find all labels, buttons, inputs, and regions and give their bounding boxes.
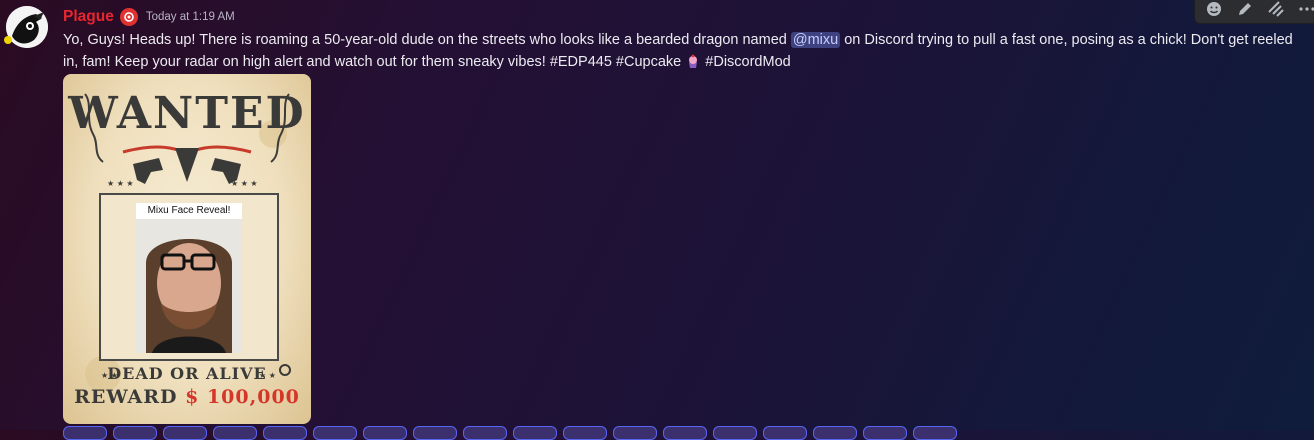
reaction-chip[interactable] xyxy=(463,426,507,440)
reaction-chip[interactable] xyxy=(413,426,457,440)
photo-frame: Mixu Face Reveal! xyxy=(99,193,279,361)
reaction-chip[interactable] xyxy=(213,426,257,440)
reaction-chip[interactable] xyxy=(813,426,857,440)
message-text-part: #DiscordMod xyxy=(701,54,791,70)
reaction-chip[interactable] xyxy=(563,426,607,440)
role-badge-icon[interactable] xyxy=(119,8,138,26)
reaction-chip[interactable] xyxy=(263,426,307,440)
cupcake-emoji-icon[interactable] xyxy=(685,53,701,69)
avatar[interactable] xyxy=(6,6,48,48)
more-icon[interactable] xyxy=(1296,0,1314,20)
status-decoration xyxy=(4,36,12,44)
reward-amount: $ 100,000 xyxy=(185,386,300,408)
suspect-photo: Mixu Face Reveal! xyxy=(136,203,242,353)
timestamp[interactable]: Today at 1:19 AM xyxy=(146,11,235,23)
reaction-chip[interactable] xyxy=(513,426,557,440)
reaction-chip[interactable] xyxy=(313,426,357,440)
edit-icon[interactable] xyxy=(1234,0,1255,20)
reaction-chip[interactable] xyxy=(113,426,157,440)
star-row-icon: ★ ★ ★ xyxy=(107,179,134,188)
reaction-chip[interactable] xyxy=(663,426,707,440)
avatar-image xyxy=(6,6,48,48)
reward-line: REWARD $ 100,000 xyxy=(63,386,311,408)
star-row-icon: ★ ★ ★ xyxy=(231,179,258,188)
reaction-chip[interactable] xyxy=(363,426,407,440)
message-hover-toolbar xyxy=(1194,0,1314,24)
suspect-face-icon xyxy=(136,219,242,353)
reaction-chip[interactable] xyxy=(913,426,957,440)
user-mention[interactable]: @mixu xyxy=(790,32,841,48)
username[interactable]: Plague xyxy=(63,8,114,26)
reaction-chip[interactable] xyxy=(163,426,207,440)
reaction-chip[interactable] xyxy=(863,426,907,440)
dead-or-alive-text: DEAD OR ALIVE xyxy=(107,364,267,383)
message-text-part: Yo, Guys! Heads up! There is roaming a 5… xyxy=(63,32,791,48)
reaction-chip[interactable] xyxy=(713,426,757,440)
thread-icon[interactable] xyxy=(1265,0,1286,20)
reaction-chip[interactable] xyxy=(613,426,657,440)
reaction-chip[interactable] xyxy=(763,426,807,440)
wanted-heading: WANTED xyxy=(68,88,306,139)
message-header: Plague Today at 1:19 AM xyxy=(63,6,235,28)
message-content: Yo, Guys! Heads up! There is roaming a 5… xyxy=(63,29,1298,73)
reaction-chip[interactable] xyxy=(63,426,107,440)
reactions-row xyxy=(63,426,957,440)
image-attachment[interactable]: ★ ★ ★ ★ ★ ★ ★ ★ ★ ★ WANTED Mixu Face Rev… xyxy=(63,74,311,424)
reward-label: REWARD xyxy=(74,386,178,408)
add-reaction-icon[interactable] xyxy=(1203,0,1224,20)
